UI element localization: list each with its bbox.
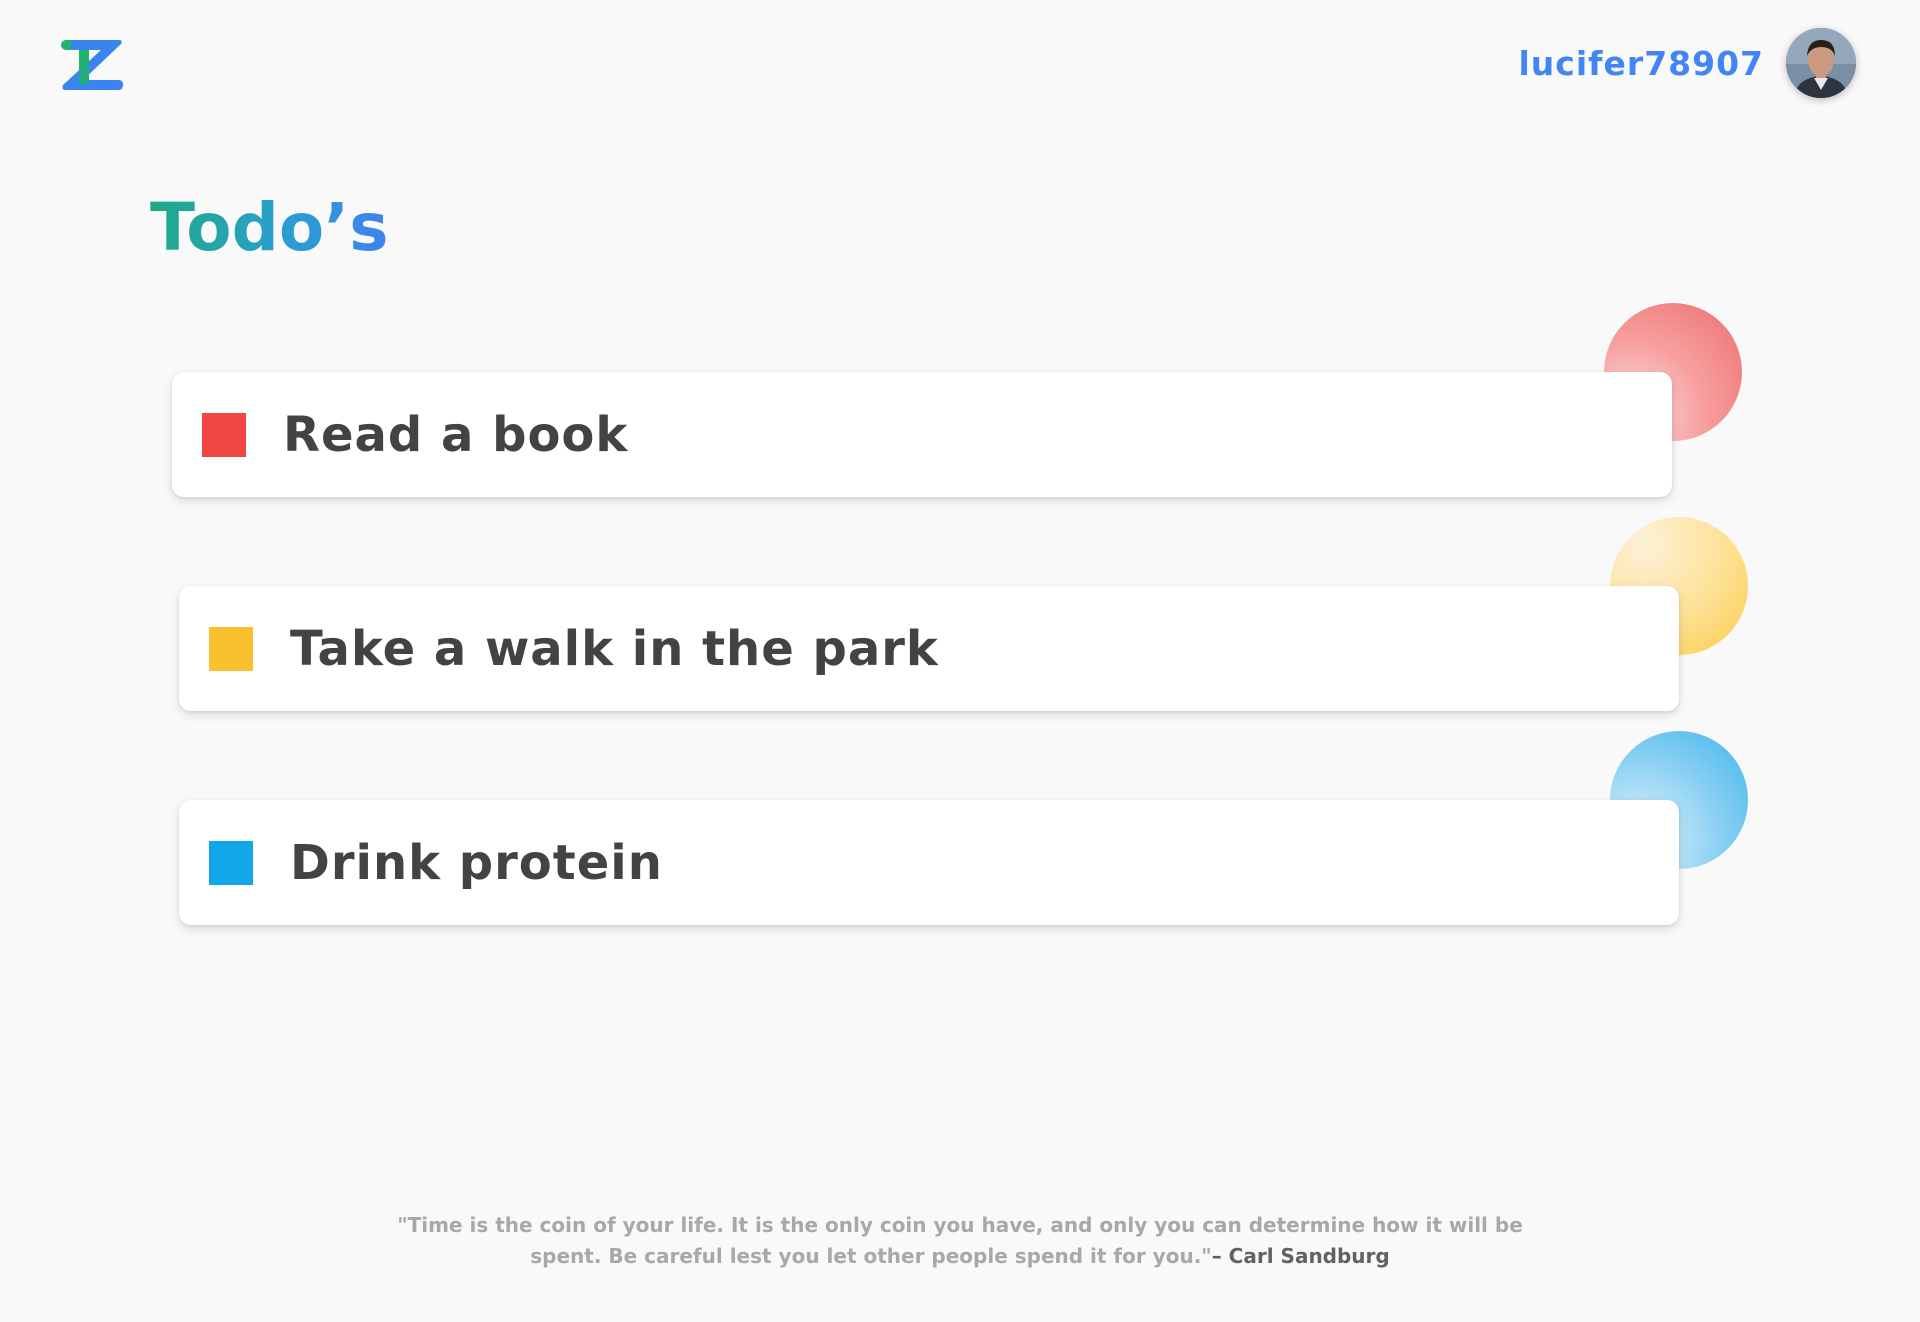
todo-checkbox[interactable] <box>202 412 246 457</box>
avatar-portrait <box>1786 28 1856 98</box>
todo-card[interactable]: Take a walk in the park <box>179 586 1679 711</box>
todo-label: Read a book <box>283 406 629 463</box>
quote-author: – Carl Sandburg <box>1211 1244 1390 1268</box>
zt-logo-icon <box>61 40 123 90</box>
todo-card[interactable]: Read a book <box>172 372 1672 497</box>
footer-quote: "Time is the coin of your life. It is th… <box>360 1210 1560 1272</box>
todo-checkbox[interactable] <box>209 626 253 671</box>
app-logo[interactable] <box>61 40 123 90</box>
todo-label: Take a walk in the park <box>290 620 939 677</box>
todo-label: Drink protein <box>290 834 663 891</box>
username-label[interactable]: lucifer78907 <box>1519 44 1765 83</box>
page-title: Todo’s <box>150 186 389 270</box>
todo-checkbox[interactable] <box>209 840 253 885</box>
todo-card[interactable]: Drink protein <box>179 800 1679 925</box>
user-avatar-icon[interactable] <box>1786 28 1856 98</box>
user-menu[interactable]: lucifer78907 <box>1519 28 1856 98</box>
